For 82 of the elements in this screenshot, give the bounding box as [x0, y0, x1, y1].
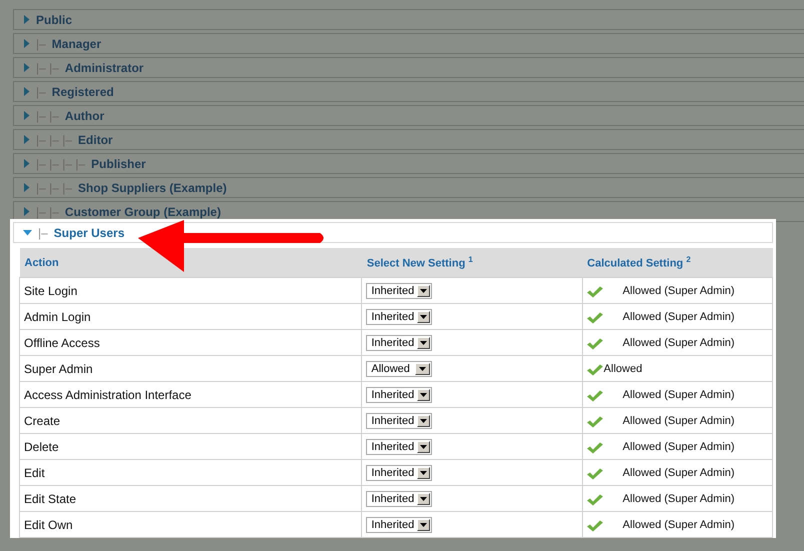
action-cell: Super Admin [20, 356, 362, 382]
caret-icon [420, 522, 428, 526]
action-cell: Site Login [20, 278, 362, 304]
action-cell: Offline Access [20, 330, 362, 356]
group-name: Shop Suppliers (Example) [78, 180, 227, 194]
expand-triangle-icon [23, 63, 30, 72]
group-name: Publisher [91, 156, 146, 170]
group-name: Registered [52, 84, 114, 98]
group-name: Author [64, 108, 104, 122]
group-name: Super Users [54, 226, 124, 240]
expand-triangle-icon [23, 159, 30, 168]
column-header: Select New Setting $^{1}$ [362, 248, 582, 278]
caret-icon [420, 418, 428, 422]
expand-triangle-icon [23, 111, 30, 120]
tree-indent-marker: |– |– [36, 108, 59, 122]
caret-icon [420, 444, 428, 448]
expand-triangle-icon [23, 135, 30, 144]
setting-dropdown[interactable]: Inherited [366, 438, 432, 454]
group-name: Administrator [64, 60, 144, 74]
column-header: Calculated Setting $^{2}$ [582, 248, 772, 278]
calculated-setting: Allowed (Super Admin) [622, 518, 735, 530]
checkmark-icon [586, 364, 603, 376]
setting-dropdown[interactable]: Inherited [366, 386, 432, 402]
tree-indent-marker: |– [36, 36, 46, 50]
calculated-setting: Allowed (Super Admin) [622, 388, 735, 400]
checkmark-icon [586, 416, 603, 428]
caret-icon [420, 288, 428, 292]
expand-triangle-icon [23, 87, 30, 96]
action-cell: Admin Login [20, 304, 362, 330]
setting-dropdown[interactable]: Inherited [366, 308, 432, 324]
calculated-setting: Allowed (Super Admin) [622, 310, 735, 322]
tree-indent-marker: |– [38, 226, 48, 240]
tree-indent-marker: |– |– [36, 204, 59, 218]
action-cell: Edit [20, 460, 362, 486]
checkmark-icon [586, 468, 603, 480]
calculated-setting: Allowed [604, 362, 642, 374]
setting-dropdown[interactable]: Inherited [366, 412, 432, 428]
setting-dropdown[interactable]: Inherited [366, 334, 432, 350]
checkmark-icon [586, 390, 603, 402]
checkmark-icon [586, 312, 603, 324]
collapse-triangle-icon [23, 229, 32, 236]
expand-triangle-icon [23, 15, 30, 24]
calculated-setting: Allowed (Super Admin) [622, 284, 735, 296]
action-cell: Edit Own [20, 512, 362, 538]
checkmark-icon [586, 442, 603, 454]
expand-triangle-icon [23, 207, 30, 216]
group-name: Manager [52, 36, 102, 50]
checkmark-icon [586, 494, 603, 506]
calculated-setting: Allowed (Super Admin) [622, 440, 735, 452]
checkmark-icon [586, 338, 603, 350]
group-name: Public [36, 12, 72, 26]
tree-indent-marker: |– |– |– [36, 132, 72, 146]
calculated-setting: Allowed (Super Admin) [622, 414, 735, 426]
setting-dropdown[interactable]: Inherited [366, 464, 432, 480]
calculated-setting: Allowed (Super Admin) [622, 466, 735, 478]
setting-dropdown[interactable]: Inherited [366, 282, 432, 298]
setting-dropdown[interactable]: Allowed [366, 360, 432, 376]
group-name: Customer Group (Example) [64, 204, 221, 218]
caret-icon [419, 366, 426, 370]
tree-indent-marker: |– [36, 84, 46, 98]
group-name: Editor [78, 132, 113, 146]
caret-icon [420, 314, 428, 318]
expand-triangle-icon [23, 39, 30, 48]
tree-indent-marker: |– |– [36, 60, 59, 74]
action-cell: Delete [20, 434, 362, 460]
caret-icon [420, 470, 428, 474]
checkmark-icon [586, 520, 603, 532]
setting-dropdown[interactable]: Inherited [366, 516, 432, 532]
column-header: Action [20, 248, 362, 278]
calculated-setting: Allowed (Super Admin) [622, 492, 735, 504]
action-cell: Create [20, 408, 362, 434]
setting-dropdown[interactable]: Inherited [366, 490, 432, 506]
caret-icon [420, 340, 428, 344]
checkmark-icon [586, 286, 603, 298]
expand-triangle-icon [23, 183, 30, 192]
action-cell: Access Administration Interface [20, 382, 362, 408]
calculated-setting: Allowed (Super Admin) [622, 336, 735, 348]
action-cell: Edit State [20, 486, 362, 512]
tree-indent-marker: |– |– |– [36, 180, 72, 194]
caret-icon [420, 392, 428, 396]
caret-icon [420, 496, 428, 500]
tree-indent-marker: |– |– |– |– [36, 156, 86, 170]
